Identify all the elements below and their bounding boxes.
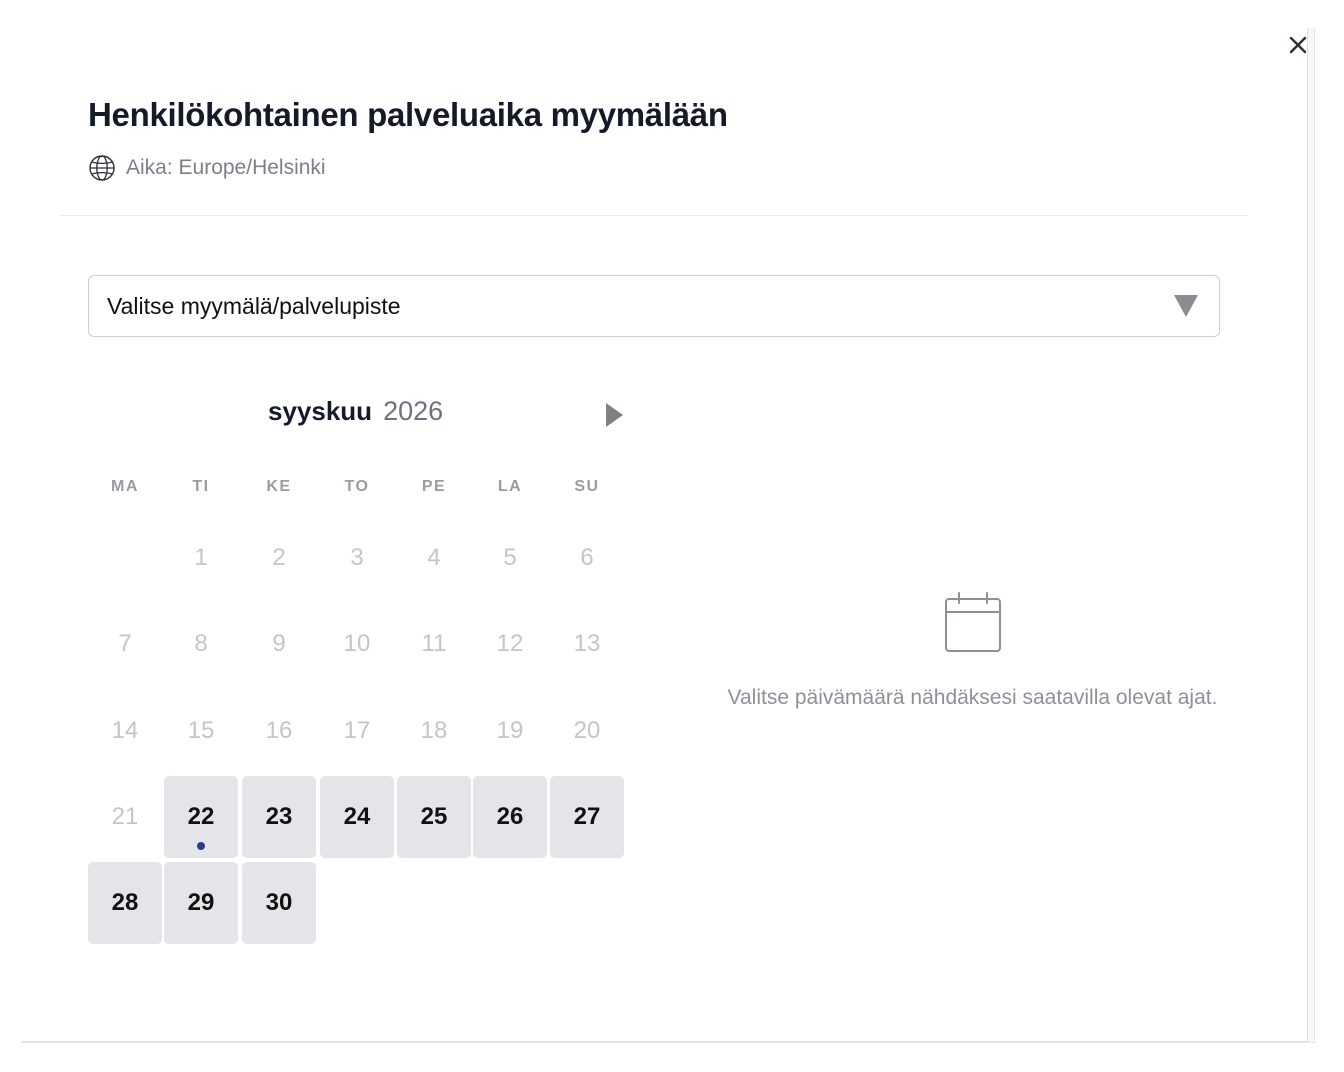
day-cell-disabled: 16 bbox=[242, 690, 316, 772]
day-button[interactable]: 29 bbox=[164, 862, 238, 944]
today-indicator-dot bbox=[197, 842, 205, 850]
next-month-button[interactable] bbox=[600, 400, 628, 430]
timezone-row: Aika: Europe/Helsinki bbox=[88, 153, 326, 183]
day-label: 28 bbox=[111, 889, 139, 916]
day-cell-disabled: 12 bbox=[473, 603, 547, 685]
weekday-header: LA bbox=[497, 478, 523, 495]
day-label: 18 bbox=[420, 717, 448, 744]
day-label: 2 bbox=[272, 544, 286, 571]
day-cell-disabled: 9 bbox=[242, 603, 316, 685]
day-cell-disabled: 6 bbox=[550, 517, 624, 599]
day-cell-disabled: 18 bbox=[397, 690, 471, 772]
month-name: syyskuu bbox=[268, 396, 373, 426]
day-label: 7 bbox=[118, 630, 132, 657]
weekday-header: TO bbox=[344, 478, 370, 495]
day-button[interactable]: 24 bbox=[320, 776, 394, 858]
timezone-label: Aika: Europe/Helsinki bbox=[126, 156, 326, 179]
day-button[interactable]: 22 bbox=[164, 776, 238, 858]
month-header: syyskuu 2026 bbox=[268, 396, 443, 436]
day-button[interactable]: 28 bbox=[88, 862, 162, 944]
day-label: 8 bbox=[194, 630, 208, 657]
day-cell-disabled: 11 bbox=[397, 603, 471, 685]
day-cell-disabled: 20 bbox=[550, 690, 624, 772]
day-cell-disabled: 4 bbox=[397, 517, 471, 599]
day-label: 23 bbox=[265, 803, 293, 830]
day-cell-disabled: 13 bbox=[550, 603, 624, 685]
day-button[interactable]: 26 bbox=[473, 776, 547, 858]
calendar-icon bbox=[944, 592, 1001, 652]
chevron-down-icon bbox=[1174, 295, 1198, 317]
day-label: 10 bbox=[343, 630, 371, 657]
day-label: 13 bbox=[573, 630, 601, 657]
day-label: 5 bbox=[503, 544, 517, 571]
day-cell-disabled: 2 bbox=[242, 517, 316, 599]
day-label: 6 bbox=[580, 544, 594, 571]
weekday-header: MA bbox=[111, 478, 139, 495]
day-label: 22 bbox=[187, 803, 215, 830]
day-cell-disabled: 17 bbox=[320, 690, 394, 772]
store-select-value: Valitse myymälä/palvelupiste bbox=[107, 293, 401, 319]
day-cell-disabled: 15 bbox=[164, 690, 238, 772]
day-label: 12 bbox=[496, 630, 524, 657]
day-label: 4 bbox=[427, 544, 441, 571]
day-label: 14 bbox=[111, 717, 139, 744]
day-label: 25 bbox=[420, 803, 448, 830]
empty-state: Valitse päivämäärä nähdäksesi saatavilla… bbox=[720, 590, 1225, 717]
day-label: 24 bbox=[343, 803, 371, 830]
day-label: 3 bbox=[350, 544, 364, 571]
day-label: 29 bbox=[187, 889, 215, 916]
weekday-header: TI bbox=[192, 478, 210, 495]
day-cell-disabled: 21 bbox=[88, 776, 162, 858]
day-label: 27 bbox=[573, 803, 601, 830]
store-select[interactable]: Valitse myymälä/palvelupiste bbox=[88, 275, 1220, 337]
day-cell-disabled: 1 bbox=[164, 517, 238, 599]
empty-state-text: Valitse päivämäärä nähdäksesi saatavilla… bbox=[727, 686, 1218, 709]
weekday-header: KE bbox=[266, 478, 292, 495]
day-cell-disabled: 19 bbox=[473, 690, 547, 772]
day-cell-disabled: 7 bbox=[88, 603, 162, 685]
day-button[interactable]: 23 bbox=[242, 776, 316, 858]
weekday-header: SU bbox=[574, 478, 600, 495]
header-divider bbox=[60, 215, 1248, 216]
day-label: 19 bbox=[496, 717, 524, 744]
day-cell-disabled: 3 bbox=[320, 517, 394, 599]
day-cell-disabled: 14 bbox=[88, 690, 162, 772]
day-label: 21 bbox=[111, 803, 139, 830]
weekday-header: PE bbox=[421, 478, 447, 495]
close-button[interactable] bbox=[1284, 30, 1312, 60]
day-label: 11 bbox=[421, 630, 447, 657]
day-cell-disabled: 5 bbox=[473, 517, 547, 599]
month-year: 2026 bbox=[383, 396, 444, 426]
day-button[interactable]: 25 bbox=[397, 776, 471, 858]
day-label: 15 bbox=[187, 717, 215, 744]
day-label: 17 bbox=[343, 717, 371, 744]
day-cell-disabled: 8 bbox=[164, 603, 238, 685]
dialog-title: Henkilökohtainen palveluaika myymälään bbox=[88, 96, 728, 133]
day-label: 9 bbox=[272, 630, 286, 657]
day-label: 20 bbox=[573, 717, 601, 744]
day-cell-disabled: 10 bbox=[320, 603, 394, 685]
day-button[interactable]: 30 bbox=[242, 862, 316, 944]
day-label: 26 bbox=[496, 803, 524, 830]
globe-icon bbox=[89, 155, 115, 181]
chevron-right-icon bbox=[606, 403, 623, 427]
close-icon bbox=[1289, 36, 1307, 54]
day-label: 1 bbox=[194, 544, 208, 571]
day-label: 30 bbox=[265, 889, 293, 916]
day-label: 16 bbox=[265, 717, 293, 744]
day-button[interactable]: 27 bbox=[550, 776, 624, 858]
